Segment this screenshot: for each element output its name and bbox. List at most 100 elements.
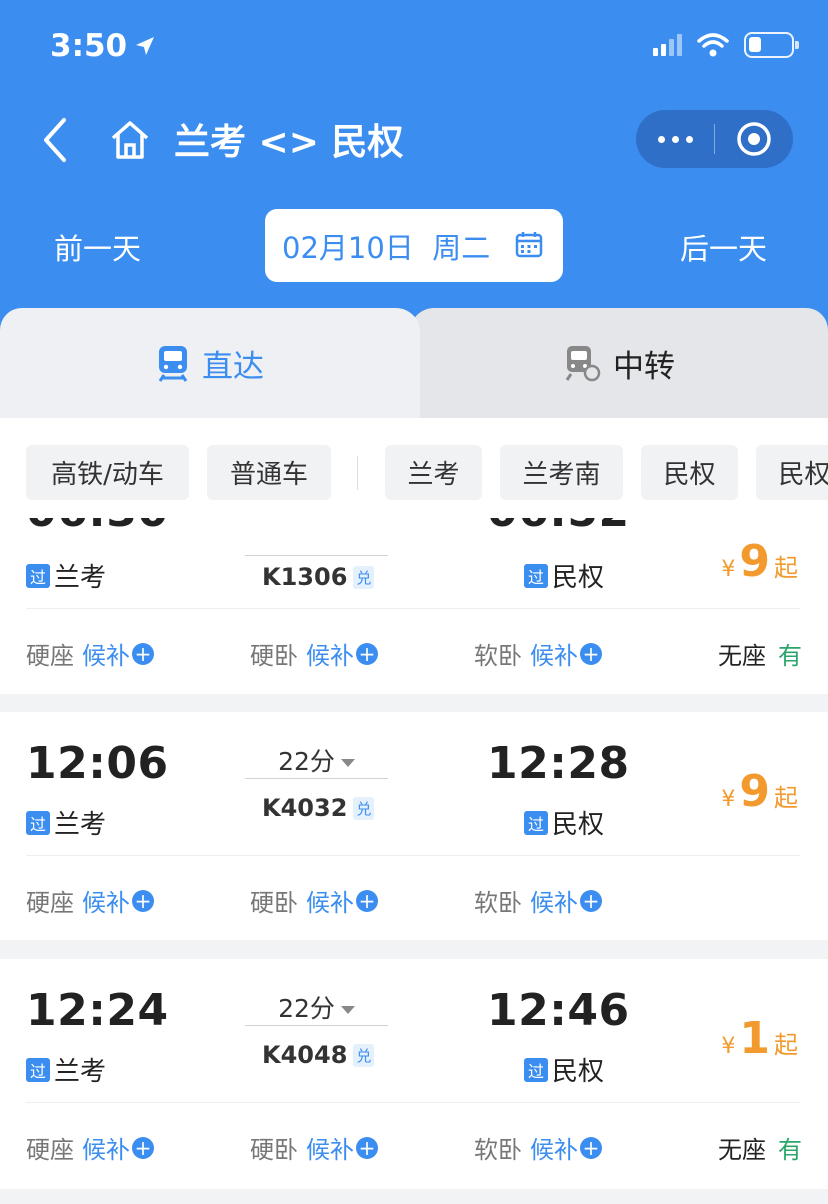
train-list: 06:30 过 兰考 K1306 兑 06:52 过 民权 ¥ 9 起 硬座 候… — [0, 518, 828, 1204]
seat-no-seat[interactable]: 无座 有 — [718, 1130, 802, 1165]
train-number-text: K4048 — [262, 1041, 348, 1069]
route-tabs: 中转 直达 — [0, 308, 828, 418]
arrival-station: 过 民权 — [524, 804, 604, 841]
exchange-badge: 兑 — [353, 565, 375, 589]
more-icon[interactable] — [636, 110, 714, 168]
seat-soft-sleeper[interactable]: 软卧 候补 + — [474, 636, 602, 671]
plus-circle-icon: + — [356, 889, 378, 912]
seat-type: 硬卧 — [250, 642, 298, 670]
calendar-icon — [515, 232, 543, 258]
plus-circle-icon: + — [580, 642, 602, 665]
exchange-badge: 兑 — [353, 1043, 375, 1067]
seat-status: 候补 — [306, 889, 354, 917]
duration-line — [245, 778, 388, 779]
price-currency: ¥ — [721, 1034, 736, 1059]
duration-line — [245, 555, 388, 556]
price: ¥ 9 起 — [721, 766, 798, 817]
page-title: 兰考 <> 民权 — [174, 122, 404, 163]
train-number-text: K4032 — [262, 794, 348, 822]
next-day-button[interactable]: 后一天 — [680, 226, 767, 268]
seat-hard-sleeper[interactable]: 硬卧 候补 + — [250, 883, 378, 918]
pass-tag: 过 — [26, 1057, 50, 1082]
date-label: 02月10日 周二 — [282, 230, 491, 265]
filter-chip-normal[interactable]: 普通车 — [207, 445, 331, 500]
seat-hard-sleeper[interactable]: 硬卧 候补 + — [250, 1130, 378, 1165]
arrival-time: 06:52 — [487, 518, 630, 537]
arrival-station-name: 民权 — [552, 1057, 605, 1087]
seat-type: 无座 — [718, 642, 766, 670]
plus-circle-icon: + — [356, 642, 378, 665]
train-card[interactable]: 06:30 过 兰考 K1306 兑 06:52 过 民权 ¥ 9 起 硬座 候… — [0, 518, 828, 694]
date-selector[interactable]: 02月10日 周二 — [265, 209, 563, 282]
plus-circle-icon: + — [356, 1136, 378, 1159]
duration-text: 22分 — [278, 747, 335, 776]
cellular-signal-icon — [653, 34, 682, 56]
duration[interactable]: 22分 — [245, 989, 388, 1025]
close-target-icon[interactable] — [715, 110, 793, 168]
seat-type: 硬座 — [26, 889, 74, 917]
wifi-icon — [697, 33, 729, 57]
seat-type: 软卧 — [474, 889, 522, 917]
train-card[interactable]: 12:06 过 兰考 22分 K4032 兑 12:28 过 民权 ¥ 9 起 … — [0, 712, 828, 940]
back-chevron-icon[interactable] — [36, 114, 76, 166]
departure-station: 过 兰考 — [26, 804, 106, 841]
seat-availability: 有 — [778, 642, 802, 670]
prev-day-button[interactable]: 前一天 — [54, 226, 141, 268]
departure-time: 06:30 — [26, 518, 169, 537]
pass-tag: 过 — [26, 810, 50, 835]
departure-station: 过 兰考 — [26, 557, 106, 594]
seat-no-seat[interactable]: 无座 有 — [718, 636, 802, 671]
battery-icon — [744, 32, 799, 58]
seat-hard-seat[interactable]: 硬座 候补 + — [26, 636, 154, 671]
filter-bar: 高铁/动车 普通车 兰考 兰考南 民权 民权 — [0, 418, 828, 518]
plus-circle-icon: + — [132, 1136, 154, 1159]
departure-time: 12:06 — [26, 738, 169, 789]
pass-tag: 过 — [26, 563, 50, 588]
filter-chip-station[interactable]: 兰考南 — [500, 445, 623, 500]
card-divider — [26, 855, 800, 856]
arrival-station: 过 民权 — [524, 1051, 604, 1088]
seat-type: 无座 — [718, 1136, 766, 1164]
tab-direct-label: 直达 — [202, 348, 264, 385]
clock: 3:50 — [50, 28, 128, 64]
location-arrow-icon — [136, 37, 155, 55]
seat-status: 候补 — [306, 642, 354, 670]
tab-transfer-label: 中转 — [613, 348, 675, 385]
seat-soft-sleeper[interactable]: 软卧 候补 + — [474, 883, 602, 918]
filter-chip-highspeed[interactable]: 高铁/动车 — [26, 445, 189, 500]
price-amount: 9 — [739, 536, 770, 587]
seat-soft-sleeper[interactable]: 软卧 候补 + — [474, 1130, 602, 1165]
price: ¥ 1 起 — [721, 1013, 798, 1064]
seat-hard-seat[interactable]: 硬座 候补 + — [26, 883, 154, 918]
duration[interactable]: 22分 — [245, 742, 388, 778]
departure-station-name: 兰考 — [54, 810, 107, 840]
seat-status: 候补 — [530, 1136, 578, 1164]
arrival-time: 12:28 — [487, 738, 630, 789]
plus-circle-icon: + — [132, 642, 154, 665]
filter-divider — [357, 456, 358, 490]
filter-chip-station[interactable]: 民权 — [641, 445, 738, 500]
header: 3:50 兰考 <> 民权 前一天 02月10日 周二 后一天 — [0, 0, 828, 330]
tab-direct[interactable]: 直达 — [0, 308, 420, 418]
plus-circle-icon: + — [580, 1136, 602, 1159]
seat-hard-seat[interactable]: 硬座 候补 + — [26, 1130, 154, 1165]
status-icons — [653, 32, 799, 58]
tab-transfer[interactable]: 中转 — [410, 308, 828, 418]
price-currency: ¥ — [721, 557, 736, 582]
filter-chip-station[interactable]: 民权 — [756, 445, 828, 500]
plus-circle-icon: + — [580, 889, 602, 912]
price: ¥ 9 起 — [721, 536, 798, 587]
arrival-station: 过 民权 — [524, 557, 604, 594]
seat-status: 候补 — [306, 1136, 354, 1164]
price-currency: ¥ — [721, 787, 736, 812]
seat-hard-sleeper[interactable]: 硬卧 候补 + — [250, 636, 378, 671]
seat-status: 候补 — [82, 889, 130, 917]
duration-text: 22分 — [278, 994, 335, 1023]
price-amount: 9 — [739, 766, 770, 817]
home-icon[interactable] — [108, 118, 152, 162]
train-card[interactable]: 12:24 过 兰考 22分 K4048 兑 12:46 过 民权 ¥ 1 起 … — [0, 959, 828, 1189]
departure-time: 12:24 — [26, 985, 169, 1036]
departure-station-name: 兰考 — [54, 563, 107, 593]
filter-chip-station[interactable]: 兰考 — [385, 445, 482, 500]
seat-availability: 有 — [778, 1136, 802, 1164]
